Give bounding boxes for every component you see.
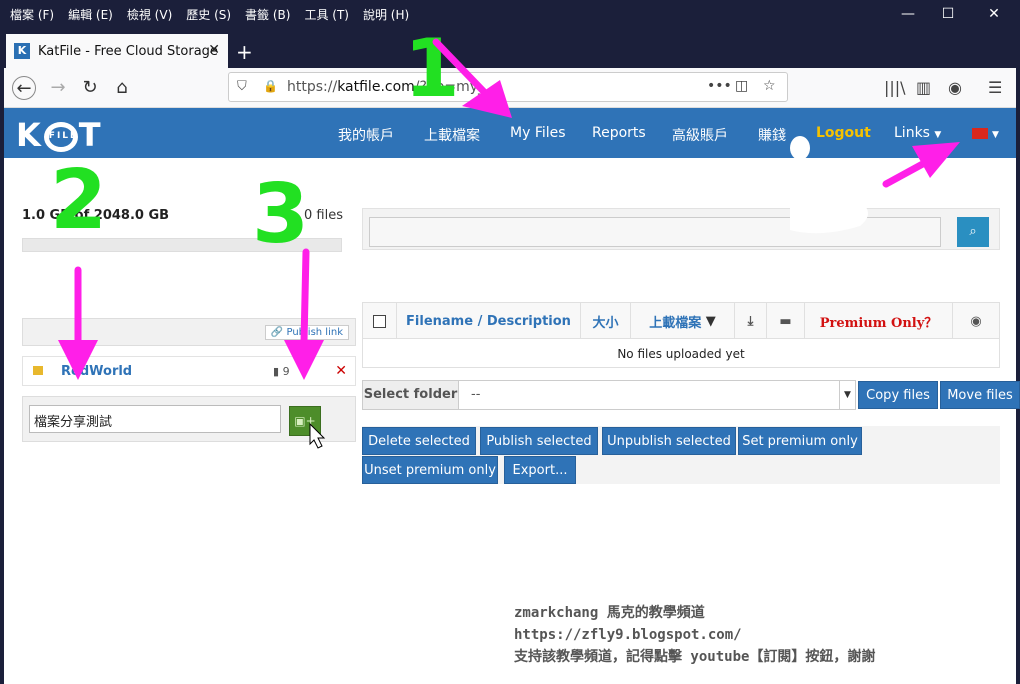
bookmark-star-icon[interactable]: ☆ [763, 78, 776, 94]
new-tab-button[interactable]: + [236, 40, 253, 64]
page-actions-icon[interactable]: ••• [707, 78, 732, 94]
unset-premium-only-button[interactable]: Unset premium only [362, 456, 498, 484]
url-bar[interactable]: ⛉ 🔒 https://katfile.com/?op=my_ ••• ◫ ☆ [228, 72, 788, 102]
nav-earn[interactable]: 賺錢 [758, 125, 786, 145]
back-button[interactable]: ← [12, 76, 36, 100]
tab-katfile[interactable]: K KatFile - Free Cloud Storage ✕ [6, 34, 228, 68]
menu-file[interactable]: 檔案 (F) [10, 6, 54, 23]
set-premium-only-button[interactable]: Set premium only [738, 427, 862, 455]
pocket-icon[interactable]: ◫ [735, 78, 748, 94]
sort-down-icon: ▼ [705, 313, 716, 329]
reload-button[interactable]: ↻ [78, 76, 102, 100]
chevron-down-icon[interactable]: ▼ [839, 381, 855, 409]
folder-name-link[interactable]: RedWorld [61, 364, 132, 379]
file-table-header: Filename / Description 大小 上載檔案 ▼ ⤓ ▬ Pre… [363, 303, 999, 339]
browser-window: 檔案 (F) 編輯 (E) 檢視 (V) 歷史 (S) 書籤 (B) 工具 (T… [0, 0, 1020, 684]
select-folder-label: Select folder [363, 381, 459, 409]
column-visibility[interactable]: ◉ [953, 303, 999, 339]
search-button[interactable]: ⌕ [957, 217, 989, 247]
nav-reports[interactable]: Reports [592, 125, 646, 141]
nav-upload[interactable]: 上載檔案 [424, 125, 480, 145]
account-icon[interactable]: ◉ [948, 78, 962, 97]
empty-table-message: No files uploaded yet [617, 347, 745, 361]
folder-icon [33, 366, 43, 375]
nav-links[interactable]: Links ▼ [894, 125, 941, 141]
home-button[interactable]: ⌂ [110, 76, 134, 100]
menu-help[interactable]: 說明 (H) [363, 6, 409, 23]
menu-view[interactable]: 檢視 (V) [127, 6, 172, 23]
sidebar-icon[interactable]: ▥ [916, 78, 931, 97]
file-table: Filename / Description 大小 上載檔案 ▼ ⤓ ▬ Pre… [362, 302, 1000, 368]
watermark-text: zmarkchang 馬克的教學頻道 https://zfly9.blogspo… [514, 605, 876, 665]
close-tab-icon[interactable]: ✕ [208, 42, 220, 58]
publish-selected-button[interactable]: Publish selected [480, 427, 598, 455]
select-all-checkbox[interactable] [373, 314, 386, 328]
tab-title: KatFile - Free Cloud Storage [38, 43, 218, 59]
column-uploaded[interactable]: 上載檔案 ▼ [631, 303, 735, 339]
hamburger-menu-icon[interactable]: ☰ [988, 78, 1002, 97]
eye-icon: ◉ [970, 313, 982, 329]
url-text[interactable]: https://katfile.com/?op=my_ [287, 79, 485, 95]
minimize-button[interactable]: — [898, 6, 918, 22]
menu-history[interactable]: 歷史 (S) [186, 6, 231, 23]
download-icon: ⤓ [747, 313, 754, 329]
language-flag-icon[interactable] [972, 128, 988, 139]
column-filename[interactable]: Filename / Description [397, 303, 581, 339]
site-header: K FILET 我的帳戶 上載檔案 My Files Reports 高級賬戶 賺… [4, 108, 1016, 158]
column-size[interactable]: 大小 [581, 303, 631, 339]
select-all-checkbox-cell [363, 303, 397, 339]
publish-link-button[interactable]: 🔗 Publish link [264, 325, 349, 340]
new-folder-panel: 檔案分享測試 ▣+ [22, 396, 356, 442]
katfile-logo[interactable]: K FILET [16, 116, 103, 154]
storage-progress-bar [22, 238, 342, 252]
tab-strip: K KatFile - Free Cloud Storage ✕ + [4, 34, 1016, 68]
export-button[interactable]: Export... [504, 456, 576, 484]
unpublish-selected-button[interactable]: Unpublish selected [602, 427, 736, 455]
folder-row[interactable]: RedWorld ▮ 9 ✕ [22, 356, 356, 386]
search-icon: ⌕ [969, 224, 977, 239]
folder-add-icon: ▣+ [294, 414, 316, 428]
search-panel: ⌕ [362, 208, 1000, 250]
chevron-down-icon: ▼ [934, 130, 942, 140]
create-folder-button[interactable]: ▣+ [289, 406, 321, 436]
new-folder-name-input[interactable]: 檔案分享測試 [29, 405, 281, 433]
move-files-button[interactable]: Move files [940, 381, 1020, 409]
delete-selected-button[interactable]: Delete selected [362, 427, 476, 455]
katfile-favicon-icon: K [14, 43, 30, 59]
file-count: 0 files [304, 208, 343, 223]
nav-my-files[interactable]: My Files [510, 125, 566, 141]
nav-my-account[interactable]: 我的帳戶 [338, 125, 394, 145]
copy-files-button[interactable]: Copy files [858, 381, 938, 409]
folder-select[interactable]: Select folder -- ▼ [362, 380, 856, 410]
logout-link[interactable]: Logout [816, 125, 871, 141]
menu-bar: 檔案 (F) 編輯 (E) 檢視 (V) 歷史 (S) 書籤 (B) 工具 (T… [4, 0, 1016, 34]
maximize-button[interactable]: ☐ [938, 6, 958, 22]
close-window-button[interactable]: ✕ [984, 6, 1004, 22]
language-chevron-down-icon[interactable]: ▼ [992, 125, 999, 141]
nav-premium[interactable]: 高級賬戶 [672, 125, 728, 145]
folder-select-value[interactable]: -- [471, 387, 480, 402]
delete-folder-icon[interactable]: ✕ [335, 363, 347, 379]
library-icon[interactable]: |||\ [884, 78, 906, 97]
lock-icon[interactable]: 🔒 [263, 79, 278, 93]
menu-bookmarks[interactable]: 書籤 (B) [245, 6, 290, 23]
folder-header: 🔗 Publish link [22, 318, 356, 346]
tracking-shield-icon[interactable]: ⛉ [237, 79, 247, 94]
navigation-bar: ← → ↻ ⌂ ⛉ 🔒 https://katfile.com/?op=my_ … [4, 68, 1016, 108]
menu-tools[interactable]: 工具 (T) [304, 6, 349, 23]
column-comments[interactable]: ▬ [767, 303, 805, 339]
search-input[interactable] [369, 217, 941, 247]
column-premium-only[interactable]: Premium Only？ [805, 303, 953, 339]
column-download[interactable]: ⤓ [735, 303, 767, 339]
forward-button[interactable]: → [46, 76, 70, 100]
folder-file-count: ▮ 9 [273, 365, 290, 378]
comment-icon: ▬ [779, 313, 792, 329]
menu-edit[interactable]: 編輯 (E) [68, 6, 113, 23]
storage-used: 1.0 GB of 2048.0 GB [22, 208, 170, 223]
